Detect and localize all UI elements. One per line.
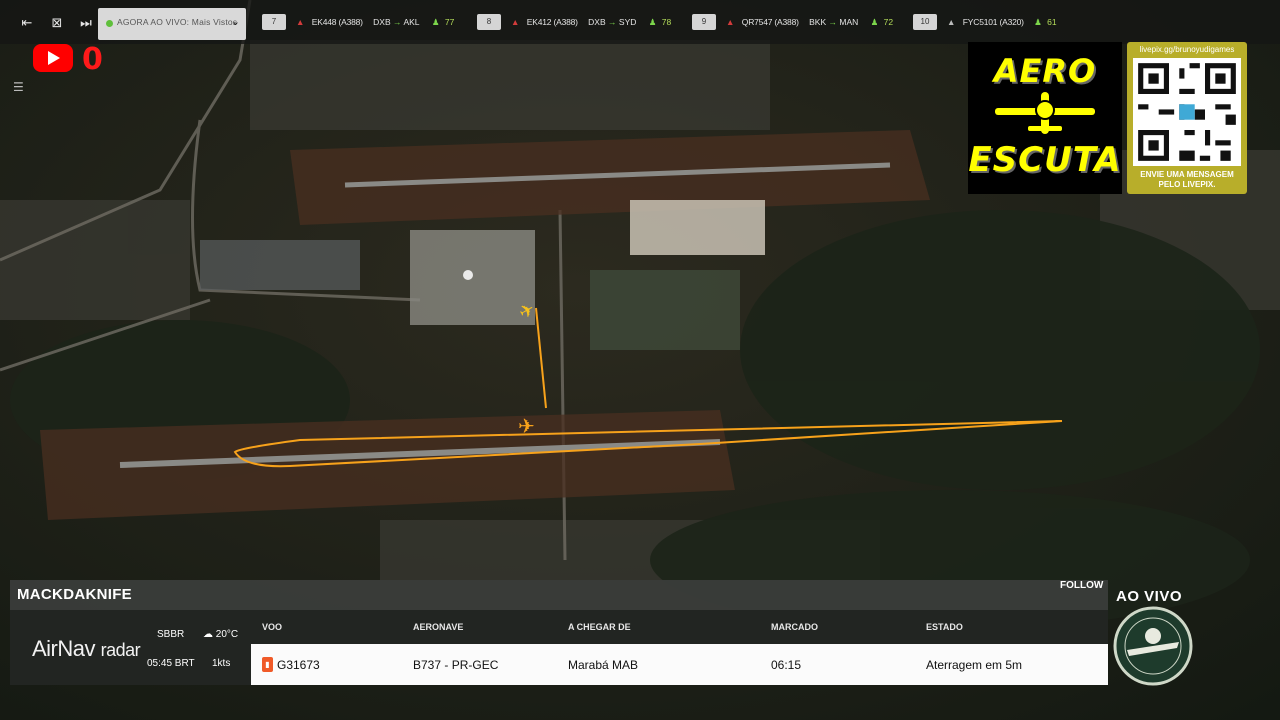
col-header-scheduled: MARCADO bbox=[771, 622, 818, 632]
viewer-count: 72 bbox=[883, 17, 894, 27]
livepix-qr-card[interactable]: livepix.gg/brunoyudigames ENVIE UMA MENS… bbox=[1127, 42, 1247, 194]
live-selector[interactable]: AGORA AO VIVO: Mais Vistos ⌄ bbox=[98, 8, 246, 40]
destination: SYD bbox=[618, 17, 637, 27]
arrow-icon: → bbox=[828, 17, 838, 27]
flight-code: FYC5101 (A320) bbox=[962, 17, 1024, 27]
stream-screen: ✈ ✈ ⇤ ⊠ ⏭ AGORA AO VIVO: Mais Vistos ⌄ 7… bbox=[0, 0, 1280, 720]
destination: AKL bbox=[403, 17, 420, 27]
cell-arriving-from: Marabá MAB bbox=[568, 658, 639, 672]
airplane-logo-icon bbox=[995, 92, 1095, 134]
col-header-arriving-from: A CHEGAR DE bbox=[568, 622, 631, 632]
aero-escuta-logo: AERO ESCUTA bbox=[968, 42, 1122, 194]
close-panel-icon[interactable]: ⊠ bbox=[48, 14, 66, 32]
airnav-radar-logo: AirNav radar bbox=[32, 636, 141, 662]
youtube-icon bbox=[33, 44, 73, 72]
airline-icon: ▮ bbox=[262, 657, 273, 672]
viewers-icon: ♟ bbox=[431, 17, 440, 27]
channel-emblem-icon bbox=[1113, 606, 1193, 686]
viewers-icon: ♟ bbox=[1034, 17, 1042, 27]
qr-code-icon bbox=[1133, 58, 1241, 166]
collapse-sidebar-icon[interactable]: ⇤ bbox=[18, 14, 36, 32]
viewer-count: 77 bbox=[444, 17, 455, 27]
live-dot-icon bbox=[106, 20, 113, 27]
top-bar: ⇤ ⊠ ⏭ AGORA AO VIVO: Mais Vistos ⌄ 7 ▲ E… bbox=[0, 0, 1280, 44]
destination: MAN bbox=[839, 17, 859, 27]
col-header-aircraft: AERONAVE bbox=[413, 622, 464, 632]
callsign: MACKDAKNIFE bbox=[17, 586, 132, 603]
temperature-value: 20°C bbox=[215, 629, 239, 640]
flight-code: EK448 (A388) bbox=[311, 17, 363, 27]
plane-icon: ▲ bbox=[726, 17, 735, 27]
local-time: 05:45 BRT bbox=[147, 658, 195, 669]
viewers-icon: ♟ bbox=[648, 17, 657, 27]
plane-icon: ▲ bbox=[296, 17, 305, 27]
cell-scheduled: 06:15 bbox=[771, 658, 802, 672]
flight-rank: 10 bbox=[913, 14, 937, 30]
cell-aircraft: B737 - PR-GEC bbox=[413, 658, 499, 672]
cell-flight: G31673 bbox=[277, 658, 320, 672]
origin: DXB bbox=[373, 17, 391, 27]
cloud-icon: ☁ bbox=[203, 629, 213, 640]
arrow-icon: → bbox=[608, 17, 617, 27]
flight-rank: 9 bbox=[692, 14, 716, 30]
viewer-count: 78 bbox=[661, 17, 672, 27]
viewer-count: 61 bbox=[1047, 17, 1057, 27]
cell-status: Aterragem em 5m bbox=[926, 658, 1023, 672]
follow-button[interactable]: FOLLOW bbox=[1060, 580, 1103, 591]
flight-rank: 7 bbox=[262, 14, 286, 30]
live-viewer-count: 0 bbox=[82, 42, 103, 77]
flight-code: EK412 (A388) bbox=[526, 17, 578, 27]
arrow-icon: → bbox=[393, 17, 402, 27]
wind-speed: 1kts bbox=[212, 658, 231, 669]
list-icon[interactable]: ☰ bbox=[13, 80, 29, 94]
plane-icon: ▲ bbox=[511, 17, 520, 27]
col-header-flight: VOO bbox=[262, 622, 283, 632]
flight-panel-header bbox=[10, 580, 1108, 610]
plane-icon: ▲ bbox=[947, 17, 956, 27]
logo-top-text: AERO bbox=[993, 52, 1097, 90]
qr-url: livepix.gg/brunoyudigames bbox=[1139, 45, 1235, 54]
live-label: AO VIVO bbox=[1116, 588, 1183, 605]
temperature: ☁ 20°C bbox=[203, 629, 238, 640]
brand-sub: radar bbox=[100, 640, 141, 660]
col-header-status: ESTADO bbox=[926, 622, 963, 632]
origin: DXB bbox=[588, 17, 606, 27]
flight-rank: 8 bbox=[477, 14, 501, 30]
airport-code: SBBR bbox=[157, 629, 185, 640]
flight-code: QR7547 (A388) bbox=[741, 17, 799, 27]
origin: BKK bbox=[809, 17, 827, 27]
chevron-down-icon: ⌄ bbox=[230, 16, 240, 28]
location-pin-icon[interactable] bbox=[463, 270, 473, 280]
viewers-icon: ♟ bbox=[870, 17, 879, 27]
brand-main: AirNav bbox=[32, 636, 96, 661]
skip-next-icon[interactable]: ⏭ bbox=[77, 14, 95, 32]
plane-icon[interactable]: ✈ bbox=[518, 414, 535, 438]
logo-bottom-text: ESCUTA bbox=[968, 140, 1122, 180]
qr-caption: ENVIE UMA MENSAGEM PELO LIVEPIX. bbox=[1127, 170, 1247, 190]
qr-caption-line: PELO LIVEPIX. bbox=[1158, 180, 1216, 189]
qr-caption-line: ENVIE UMA MENSAGEM bbox=[1140, 170, 1234, 179]
live-selector-label: AGORA AO VIVO: Mais Vistos bbox=[117, 17, 238, 27]
